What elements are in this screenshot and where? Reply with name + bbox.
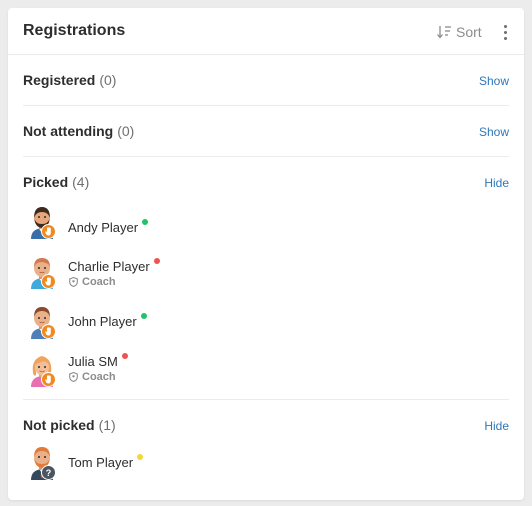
section-title-not-picked: Not picked (1) xyxy=(23,417,116,433)
pending-status-dot xyxy=(137,454,144,460)
card-header: Registrations Sort xyxy=(8,8,524,55)
sort-icon xyxy=(436,25,452,39)
section-picked: Picked (4) Hide xyxy=(23,172,509,192)
not-attending-show-link[interactable]: Show xyxy=(479,125,509,139)
hand-icon xyxy=(41,224,56,239)
player-name: Andy Player xyxy=(68,219,149,235)
player-row-john[interactable]: John Player xyxy=(23,303,423,341)
registrations-card: Registrations Sort Registered (0) Show N… xyxy=(8,8,524,500)
section-title-not-attending: Not attending (0) xyxy=(23,123,135,139)
shield-icon xyxy=(69,277,78,287)
section-count: (4) xyxy=(72,174,90,190)
shield-icon xyxy=(69,372,78,382)
card-title: Registrations xyxy=(23,22,126,39)
player-row-charlie[interactable]: Charlie Player Coach xyxy=(23,253,423,291)
picked-hide-link[interactable]: Hide xyxy=(484,176,509,190)
player-name: Tom Player xyxy=(68,454,144,470)
section-not-attending: Not attending (0) Show xyxy=(23,121,509,141)
player-name: Charlie Player xyxy=(68,258,160,274)
player-row-tom[interactable]: ? Tom Player xyxy=(23,444,423,482)
offline-status-dot xyxy=(153,258,160,264)
hand-icon xyxy=(41,274,56,289)
section-count: (0) xyxy=(117,123,135,139)
online-status-dot xyxy=(140,313,147,319)
player-row-andy[interactable]: Andy Player xyxy=(23,203,423,241)
player-name: John Player xyxy=(68,313,147,329)
online-status-dot xyxy=(142,219,149,225)
section-title-registered: Registered (0) xyxy=(23,72,117,88)
player-name: Julia SM xyxy=(68,353,128,369)
divider xyxy=(23,156,509,157)
sort-button[interactable]: Sort xyxy=(436,22,482,42)
divider xyxy=(23,105,509,106)
section-count: (0) xyxy=(99,72,117,88)
more-options-icon[interactable] xyxy=(498,21,512,43)
question-icon: ? xyxy=(41,465,56,480)
player-role: Coach xyxy=(69,371,116,383)
hand-icon xyxy=(41,324,56,339)
section-registered: Registered (0) Show xyxy=(23,70,509,90)
player-row-julia[interactable]: Julia SM Coach xyxy=(23,351,423,389)
offline-status-dot xyxy=(121,353,128,359)
player-role: Coach xyxy=(69,276,116,288)
registered-show-link[interactable]: Show xyxy=(479,74,509,88)
sort-label: Sort xyxy=(456,24,482,40)
not-picked-hide-link[interactable]: Hide xyxy=(484,419,509,433)
section-title-picked: Picked (4) xyxy=(23,174,90,190)
section-not-picked: Not picked (1) Hide xyxy=(23,415,509,435)
hand-icon xyxy=(41,372,56,387)
section-count: (1) xyxy=(98,417,116,433)
divider xyxy=(23,399,509,400)
